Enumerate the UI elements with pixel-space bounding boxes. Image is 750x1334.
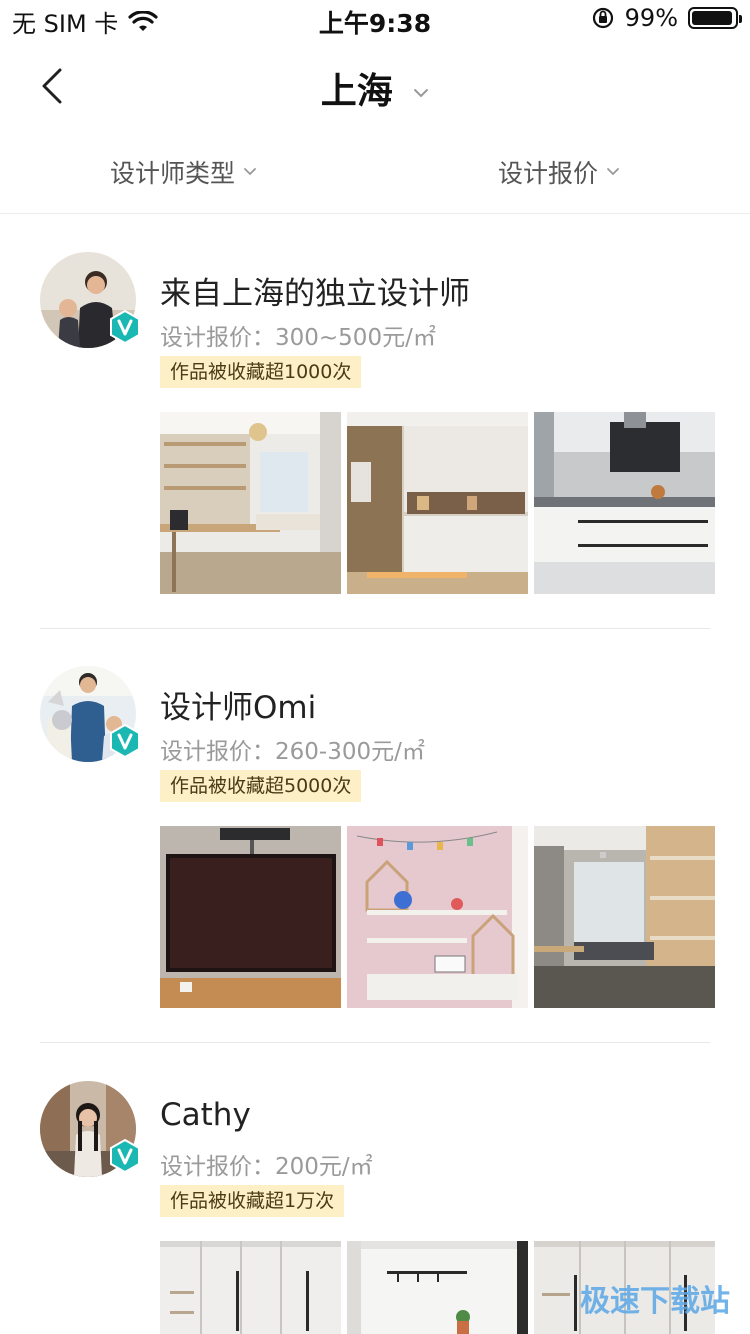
design-price: 设计报价：300~500元/㎡ (160, 325, 436, 351)
designer-card[interactable]: 来自上海的独立设计师 设计报价：300~500元/㎡ 作品被收藏超1000次 (40, 252, 716, 594)
work-thumbnail-bathroom[interactable] (347, 1241, 528, 1334)
filter-bar: 设计师类型 设计报价 (0, 128, 750, 214)
designer-name: Cathy (160, 1097, 251, 1133)
verified-badge-icon (110, 1139, 140, 1173)
work-thumbnail-tv-wall[interactable] (160, 826, 341, 1008)
work-thumbnail-kitchen[interactable] (534, 412, 715, 594)
work-thumbnail-kids-room[interactable] (347, 826, 528, 1008)
collect-count-tag: 作品被收藏超5000次 (160, 770, 362, 802)
filter-designer-type[interactable]: 设计师类型 (110, 154, 257, 190)
filter-design-price-label: 设计报价 (498, 159, 599, 188)
work-thumbnail-wardrobe[interactable] (160, 1241, 341, 1334)
work-thumbnail-entry-cabinet[interactable] (347, 412, 528, 594)
designer-card[interactable]: 设计师Omi 设计报价：260-300元/㎡ 作品被收藏超5000次 (40, 666, 716, 1008)
verified-badge-icon (110, 724, 140, 758)
collect-count-tag: 作品被收藏超1万次 (160, 1185, 345, 1217)
watermark: 极速下载站 (580, 1284, 730, 1319)
battery-icon (688, 7, 742, 29)
collect-count-tag: 作品被收藏超1000次 (160, 356, 362, 388)
city-selector[interactable]: 上海 (0, 62, 750, 114)
works-gallery (160, 826, 716, 1008)
design-price: 设计报价：200元/㎡ (160, 1154, 373, 1180)
battery-percent: 99% (624, 4, 678, 32)
page-title: 上海 (320, 71, 393, 112)
filter-design-price[interactable]: 设计报价 (498, 154, 620, 190)
list-divider (40, 1042, 710, 1043)
status-right: 99% (591, 4, 742, 32)
status-bar: 无 SIM 卡 上午9:38 99% (0, 0, 750, 40)
orientation-lock-icon (592, 7, 613, 29)
chevron-down-icon (414, 89, 429, 98)
filter-designer-type-label: 设计师类型 (110, 159, 236, 188)
work-thumbnail-living-room[interactable] (534, 826, 715, 1008)
list-divider (40, 628, 710, 629)
design-price: 设计报价：260-300元/㎡ (160, 739, 425, 765)
nav-bar: 上海 (0, 44, 750, 128)
designer-name: 设计师Omi (160, 690, 317, 726)
verified-badge-icon (110, 310, 140, 344)
designer-name: 来自上海的独立设计师 (160, 276, 470, 312)
chevron-down-icon (607, 168, 619, 176)
work-thumbnail-study-room[interactable] (160, 412, 341, 594)
chevron-down-icon (244, 168, 256, 176)
works-gallery (160, 412, 716, 594)
